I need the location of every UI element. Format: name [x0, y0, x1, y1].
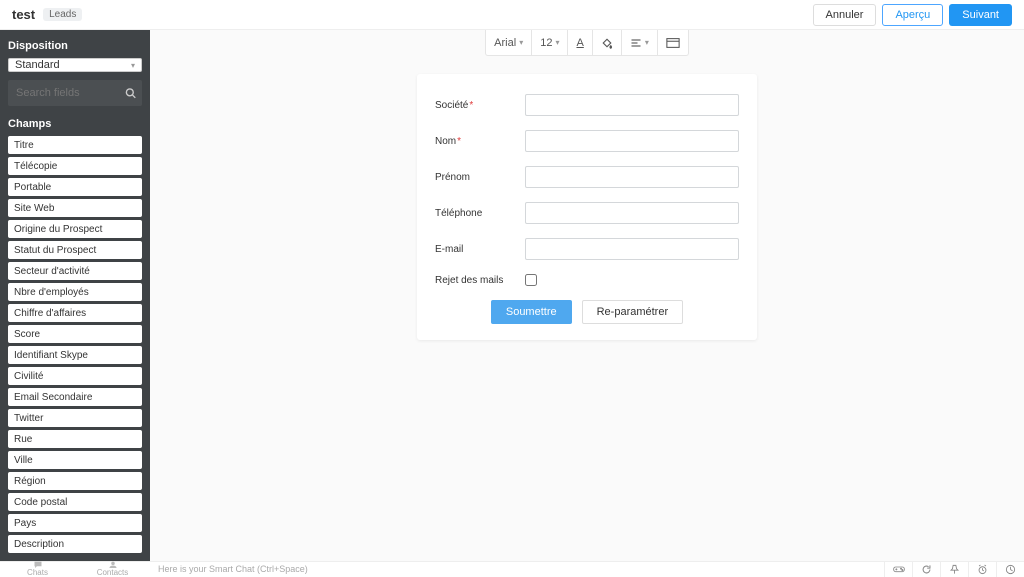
form-text-input[interactable]	[525, 130, 739, 152]
form-row: E-mail	[435, 238, 739, 260]
reset-button[interactable]: Re-paramétrer	[582, 300, 684, 324]
search-fields-input[interactable]	[8, 80, 142, 106]
format-toolbar: Arial▾ 12▾ A ▾	[485, 30, 689, 56]
layout-select-value: Standard	[15, 59, 60, 71]
field-item[interactable]: Email Secondaire	[8, 388, 142, 406]
form-row: Prénom	[435, 166, 739, 188]
form-field-label: Société	[435, 100, 525, 111]
form-text-input[interactable]	[525, 94, 739, 116]
form-row: Téléphone	[435, 202, 739, 224]
form-text-input[interactable]	[525, 238, 739, 260]
canvas: Arial▾ 12▾ A ▾ Société Nom Prénom Téléphone…	[150, 30, 1024, 561]
text-color-icon: A	[576, 37, 583, 49]
field-item[interactable]: Code postal	[8, 493, 142, 511]
layout-select[interactable]: Standard ▾	[8, 58, 142, 72]
field-item[interactable]: Pays	[8, 514, 142, 532]
cancel-button[interactable]: Annuler	[813, 4, 877, 26]
field-item[interactable]: Site Web	[8, 199, 142, 217]
chat-icon	[33, 561, 43, 568]
field-item[interactable]: Score	[8, 325, 142, 343]
history-icon[interactable]	[996, 562, 1024, 577]
field-item[interactable]: Secteur d'activité	[8, 262, 142, 280]
submit-button[interactable]: Soumettre	[491, 300, 572, 324]
form-field-label: Nom	[435, 136, 525, 147]
bottom-bar: Chats Contacts Here is your Smart Chat (…	[0, 561, 1024, 576]
field-item[interactable]: Nbre d'employés	[8, 283, 142, 301]
form-width-button[interactable]	[658, 30, 688, 55]
paint-bucket-icon	[601, 37, 613, 49]
gamepad-icon[interactable]	[884, 562, 912, 577]
search-icon	[125, 88, 136, 99]
page-title: test	[12, 7, 35, 22]
field-item[interactable]: Twitter	[8, 409, 142, 427]
smart-chat-hint[interactable]: Here is your Smart Chat (Ctrl+Space)	[150, 564, 884, 574]
field-item[interactable]: Identifiant Skype	[8, 346, 142, 364]
contacts-tab[interactable]: Contacts	[75, 561, 150, 577]
form-field-label: Prénom	[435, 172, 525, 183]
chats-tab[interactable]: Chats	[0, 561, 75, 577]
form-card: Société Nom Prénom Téléphone E-mail Rejet des…	[417, 74, 757, 340]
field-item[interactable]: Civilité	[8, 367, 142, 385]
field-item[interactable]: Titre	[8, 136, 142, 154]
module-badge: Leads	[43, 8, 82, 21]
fields-section-label: Champs	[8, 118, 142, 130]
form-row: Nom	[435, 130, 739, 152]
layout-icon	[666, 37, 680, 49]
form-field-label: E-mail	[435, 244, 525, 255]
chevron-down-icon: ▾	[131, 61, 135, 70]
field-item[interactable]: Ville	[8, 451, 142, 469]
chevron-down-icon: ▾	[555, 38, 559, 47]
align-icon	[630, 37, 642, 49]
font-size-select[interactable]: 12▾	[532, 30, 568, 55]
form-field-label: Téléphone	[435, 208, 525, 219]
chevron-down-icon: ▾	[645, 38, 649, 47]
refresh-icon[interactable]	[912, 562, 940, 577]
field-item[interactable]: Rue	[8, 430, 142, 448]
field-item[interactable]: Portable	[8, 178, 142, 196]
preview-button[interactable]: Aperçu	[882, 4, 943, 26]
contacts-icon	[108, 561, 118, 568]
bg-color-button[interactable]	[593, 30, 622, 55]
field-item[interactable]: Description	[8, 535, 142, 553]
pin-icon[interactable]	[940, 562, 968, 577]
form-row: Société	[435, 94, 739, 116]
align-button[interactable]: ▾	[622, 30, 658, 55]
field-item[interactable]: Chiffre d'affaires	[8, 304, 142, 322]
text-color-button[interactable]: A	[568, 30, 592, 55]
form-checkbox[interactable]	[525, 274, 537, 286]
field-item[interactable]: Région	[8, 472, 142, 490]
form-text-input[interactable]	[525, 166, 739, 188]
layout-section-label: Disposition	[8, 40, 142, 52]
alarm-icon[interactable]	[968, 562, 996, 577]
form-field-label: Rejet des mails	[435, 275, 525, 286]
sidebar: Disposition Standard ▾ Champs Titre Téléc…	[0, 30, 150, 561]
field-item[interactable]: Statut du Prospect	[8, 241, 142, 259]
form-row: Rejet des mails	[435, 274, 739, 286]
field-item[interactable]: Télécopie	[8, 157, 142, 175]
form-text-input[interactable]	[525, 202, 739, 224]
font-family-select[interactable]: Arial▾	[486, 30, 532, 55]
next-button[interactable]: Suivant	[949, 4, 1012, 26]
chevron-down-icon: ▾	[519, 38, 523, 47]
field-item[interactable]: Origine du Prospect	[8, 220, 142, 238]
